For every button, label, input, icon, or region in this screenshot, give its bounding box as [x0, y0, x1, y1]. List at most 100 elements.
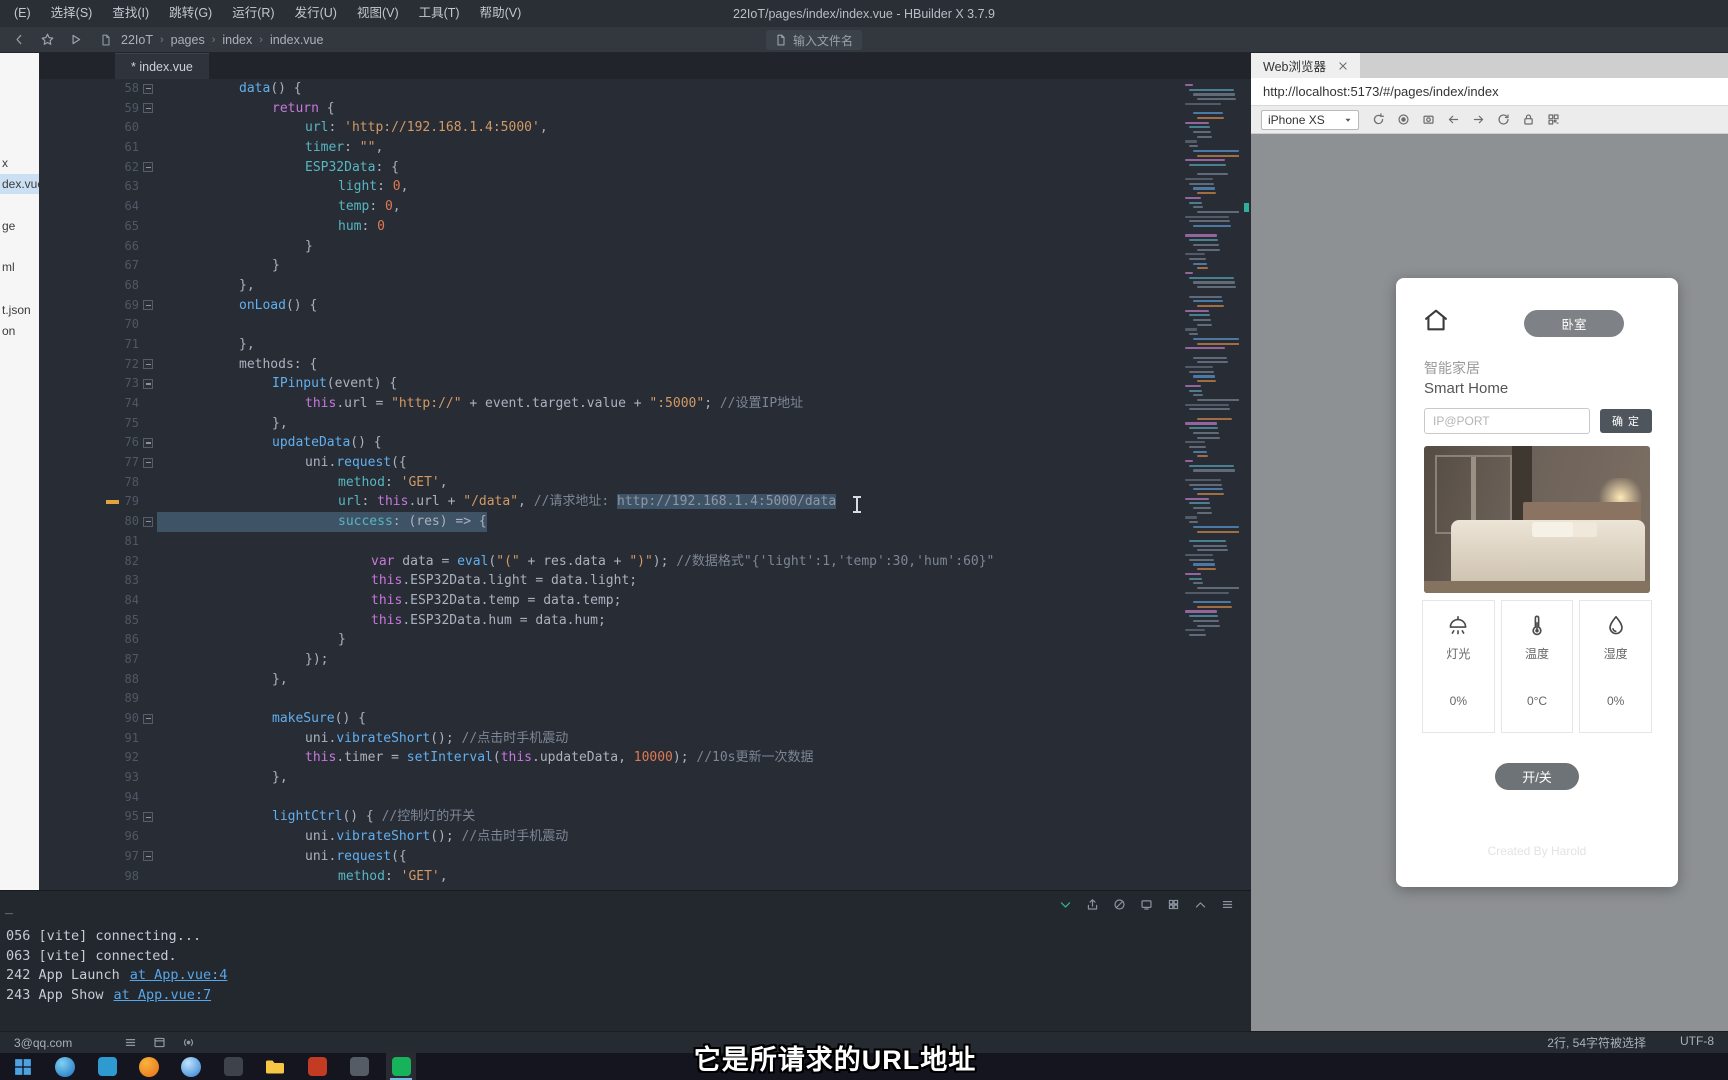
code-line[interactable]: 83 this.ESP32Data.light = data.light; [39, 571, 1251, 591]
menu-item[interactable]: 帮助(V) [470, 0, 532, 27]
window-icon[interactable] [153, 1036, 166, 1049]
code-line[interactable]: 61 timer: "", [39, 138, 1251, 158]
code-line[interactable]: 88}, [39, 670, 1251, 690]
code-line[interactable]: 76 updateData() { [39, 433, 1251, 453]
code-line[interactable]: 63 light: 0, [39, 177, 1251, 197]
sensor-card[interactable]: 灯光 0% [1422, 600, 1495, 733]
fold-icon[interactable] [143, 811, 153, 822]
code-line[interactable]: 82 var data = eval("(" + res.data + ")");… [39, 552, 1251, 572]
hbuilderx-icon[interactable] [386, 1053, 416, 1080]
code-line[interactable]: 74 this.url = "http://" + event.target.va… [39, 394, 1251, 414]
ip-input[interactable] [1424, 408, 1590, 434]
code-line[interactable]: 95 lightCtrl() { //控制灯的开关 [39, 807, 1251, 827]
gray-app-icon[interactable] [344, 1053, 374, 1080]
code-line[interactable]: 67} [39, 256, 1251, 276]
code-line[interactable]: 98 method: 'GET', [39, 867, 1251, 887]
menu-item[interactable]: 视图(V) [347, 0, 409, 27]
code-line[interactable]: 62 ESP32Data: { [39, 158, 1251, 178]
menu-item[interactable]: 运行(R) [222, 0, 284, 27]
code-line[interactable]: 94 [39, 788, 1251, 808]
menu-item[interactable]: 选择(S) [41, 0, 103, 27]
breadcrumb-item[interactable]: index [222, 33, 252, 47]
qrcode-icon[interactable] [1546, 112, 1561, 127]
log-link[interactable]: at App.vue:7 [114, 987, 212, 1003]
web-browser-tab[interactable]: Web浏览器 [1251, 53, 1360, 78]
chevron-down-icon[interactable] [1057, 896, 1073, 912]
code-line[interactable]: 64 temp: 0, [39, 197, 1251, 217]
list-icon[interactable] [1219, 896, 1235, 912]
code-line[interactable]: 65 hum: 0 [39, 217, 1251, 237]
code-line[interactable]: 87}); [39, 650, 1251, 670]
edge-browser-icon[interactable] [50, 1053, 80, 1080]
code-line[interactable]: 69 onLoad() { [39, 296, 1251, 316]
code-line[interactable]: 73 IPinput(event) { [39, 374, 1251, 394]
menu-item[interactable]: 发行(U) [285, 0, 347, 27]
menu-item[interactable]: 跳转(G) [159, 0, 222, 27]
code-line[interactable]: 78 method: 'GET', [39, 473, 1251, 493]
menu-item[interactable]: 工具(T) [409, 0, 470, 27]
explorer-item[interactable]: dex.vue [0, 174, 39, 194]
breadcrumb-item[interactable]: pages [171, 33, 205, 47]
code-line[interactable]: 79 url: this.url + "/data", //请求地址: http:… [39, 492, 1251, 512]
fold-icon[interactable] [143, 437, 153, 448]
windows-start-button[interactable] [8, 1053, 38, 1080]
explorer-item[interactable]: x [0, 153, 39, 173]
menu-item[interactable]: (E) [4, 0, 41, 27]
broadcast-icon[interactable] [182, 1036, 195, 1049]
code-line[interactable]: 75}, [39, 414, 1251, 434]
firefox-icon[interactable] [134, 1053, 164, 1080]
record-icon[interactable] [1396, 112, 1411, 127]
code-area[interactable]: 58 data() {59 return {60 url: 'http://192.1… [39, 79, 1251, 890]
sensor-card[interactable]: 温度 0°C [1500, 600, 1574, 733]
rotate-icon[interactable] [1371, 112, 1386, 127]
minimap[interactable] [1181, 84, 1239, 784]
fold-icon[interactable] [143, 713, 153, 724]
explorer-item[interactable]: ml [0, 257, 39, 277]
explorer-item[interactable]: t.json [0, 300, 39, 320]
fold-icon[interactable] [143, 300, 153, 311]
code-line[interactable]: 72 methods: { [39, 355, 1251, 375]
screenshot-icon[interactable] [1421, 112, 1436, 127]
code-line[interactable]: 96 uni.vibrateShort(); //点击时手机震动 [39, 827, 1251, 847]
nav-back-icon[interactable] [10, 31, 28, 49]
grid-icon[interactable] [1165, 896, 1181, 912]
code-line[interactable]: 93}, [39, 768, 1251, 788]
code-line[interactable]: 86} [39, 630, 1251, 650]
code-line[interactable]: 84 this.ESP32Data.temp = data.temp; [39, 591, 1251, 611]
blue-app-icon[interactable] [176, 1053, 206, 1080]
fold-icon[interactable] [143, 378, 153, 389]
code-line[interactable]: 97 uni.request({ [39, 847, 1251, 867]
switch-button[interactable]: 开/关 [1495, 763, 1579, 790]
code-line[interactable]: 70 [39, 315, 1251, 335]
sensor-card[interactable]: 湿度 0% [1579, 600, 1653, 733]
refresh-icon[interactable] [1496, 112, 1511, 127]
room-button[interactable]: 卧室 [1524, 310, 1624, 337]
scrollbar-annotations[interactable] [1243, 79, 1251, 890]
encoding-indicator[interactable]: UTF-8 [1680, 1034, 1714, 1051]
url-input[interactable] [1251, 84, 1728, 99]
code-line[interactable]: 89 [39, 689, 1251, 709]
forward-icon[interactable] [1471, 112, 1486, 127]
code-line[interactable]: 59 return { [39, 99, 1251, 119]
pdf-app-icon[interactable] [302, 1053, 332, 1080]
circle-slash-icon[interactable] [1111, 896, 1127, 912]
filename-search[interactable]: 输入文件名 [766, 30, 863, 50]
confirm-button[interactable]: 确 定 [1600, 409, 1652, 433]
device-select[interactable]: iPhone XS [1261, 109, 1359, 130]
explorer-item[interactable]: ge [0, 216, 39, 236]
fold-icon[interactable] [143, 851, 153, 862]
chevron-up-icon[interactable] [1192, 896, 1208, 912]
menu-item[interactable]: 查找(I) [102, 0, 159, 27]
code-line[interactable]: 85 this.ESP32Data.hum = data.hum; [39, 611, 1251, 631]
file-explorer-icon[interactable] [260, 1053, 290, 1080]
code-line[interactable]: 90 makeSure() { [39, 709, 1251, 729]
log-link[interactable]: at App.vue:4 [130, 967, 228, 983]
home-icon[interactable] [1422, 306, 1450, 334]
code-line[interactable]: 92 this.timer = setInterval(this.updateDa… [39, 748, 1251, 768]
list-icon[interactable] [124, 1036, 137, 1049]
code-line[interactable]: 60 url: 'http://192.168.1.4:5000', [39, 118, 1251, 138]
fold-icon[interactable] [143, 516, 153, 527]
account-email[interactable]: 3@qq.com [14, 1036, 72, 1050]
dark-app-icon[interactable] [218, 1053, 248, 1080]
breadcrumb-item[interactable]: index.vue [270, 33, 324, 47]
